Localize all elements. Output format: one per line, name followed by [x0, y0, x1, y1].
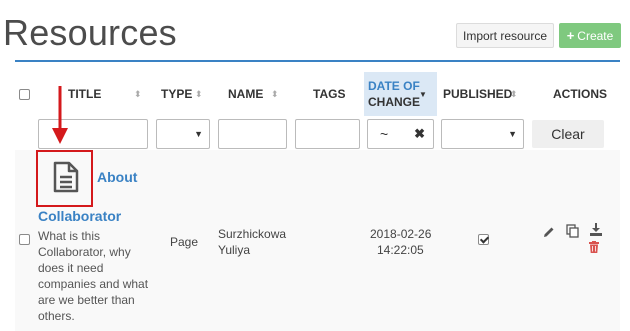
plus-icon: + — [566, 28, 575, 43]
sort-icon[interactable]: ⬍ — [271, 89, 279, 100]
select-all-checkbox[interactable] — [19, 89, 30, 100]
sort-icon[interactable]: ⬍ — [195, 89, 203, 100]
column-header-published[interactable]: PUBLISHED — [443, 72, 512, 116]
copy-icon[interactable] — [566, 224, 579, 238]
create-button[interactable]: + Create — [559, 23, 621, 48]
resource-title-link-line2[interactable]: Collaborator — [38, 208, 121, 224]
column-date-label-1: DATE OF — [368, 79, 420, 93]
column-published-label: PUBLISHED — [443, 87, 513, 101]
annotation-arrow — [52, 86, 68, 144]
tags-filter-input[interactable] — [295, 119, 360, 149]
column-date-label-2: CHANGE — [368, 95, 421, 109]
create-button-label: Create — [577, 28, 614, 43]
date-range-separator: ~ — [380, 126, 389, 142]
column-title-label: TITLE — [68, 87, 102, 101]
download-icon[interactable] — [590, 223, 602, 236]
import-resource-button[interactable]: Import resource — [456, 23, 554, 48]
resource-name-line1: Surzhickowa — [218, 227, 287, 241]
column-type-label: TYPE — [161, 87, 193, 101]
pencil-icon[interactable] — [543, 226, 555, 238]
column-header-actions: ACTIONS — [553, 72, 607, 116]
row-select-checkbox[interactable] — [19, 234, 30, 245]
clear-date-icon[interactable]: ✖ — [414, 126, 425, 142]
chevron-down-icon: ▼ — [194, 129, 203, 139]
document-icon — [53, 161, 79, 193]
column-header-type[interactable]: TYPE — [161, 72, 192, 116]
clear-filters-button[interactable]: Clear — [532, 120, 604, 148]
published-checkbox[interactable] — [478, 234, 489, 245]
sort-icon[interactable]: ⬍ — [510, 89, 518, 100]
page-title: Resources — [3, 12, 177, 53]
title-divider — [15, 60, 620, 62]
document-icon-highlight — [36, 150, 93, 207]
sort-desc-icon[interactable]: ▼ — [419, 90, 427, 99]
column-header-name[interactable]: NAME — [228, 72, 263, 116]
resource-time: 14:22:05 — [377, 243, 424, 257]
column-header-tags: TAGS — [313, 72, 345, 116]
date-filter-range[interactable]: ~ ✖ — [367, 119, 434, 149]
resource-name-line2: Yuliya — [218, 243, 251, 257]
chevron-down-icon: ▼ — [508, 129, 517, 139]
column-name-label: NAME — [228, 87, 264, 101]
column-header-title[interactable]: TITLE — [68, 72, 101, 116]
published-filter-select[interactable]: ▼ — [441, 119, 524, 149]
column-tags-label: TAGS — [313, 87, 346, 101]
name-filter-input[interactable] — [218, 119, 287, 149]
resource-date: 2018-02-26 — [370, 227, 432, 241]
sort-icon-stack: ⬍ — [134, 89, 142, 99]
column-actions-label: ACTIONS — [553, 87, 607, 101]
resource-type: Page — [170, 235, 199, 249]
type-filter-select[interactable]: ▼ — [156, 119, 210, 149]
trash-icon[interactable] — [589, 241, 599, 253]
resource-description: What is this Collaborator, why does it n… — [38, 229, 149, 323]
resource-title-link[interactable]: About — [97, 169, 137, 185]
